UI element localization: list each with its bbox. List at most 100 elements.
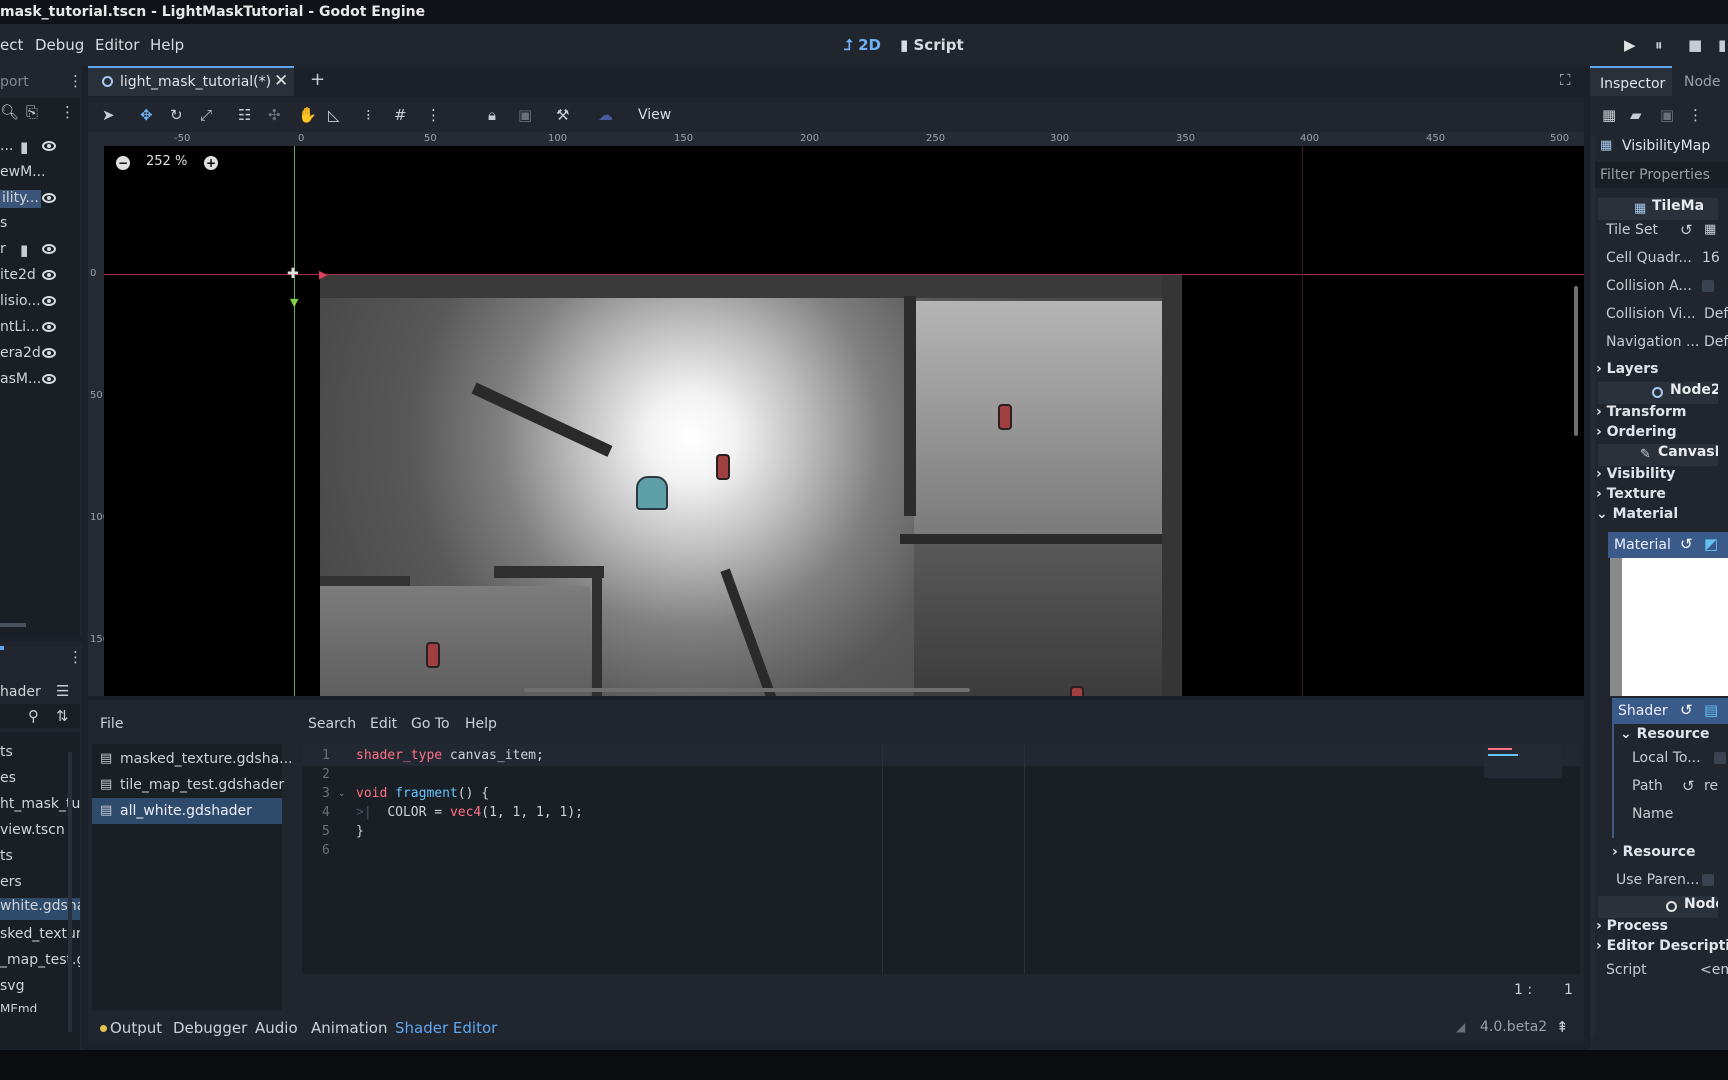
collapse-panel-icon[interactable]: ⇞ [1556, 1020, 1569, 1035]
visibility-eye-icon[interactable] [42, 141, 56, 151]
tab-debugger[interactable]: Debugger [173, 1019, 247, 1037]
scene-node-2[interactable]: ility... [0, 190, 70, 212]
tab-output[interactable]: Output [100, 1019, 162, 1037]
visibility-eye-icon[interactable] [42, 193, 56, 203]
prop-shader[interactable]: Shader ↺ ▤ [1612, 698, 1728, 724]
npc-sprite[interactable] [716, 454, 730, 480]
section-transform[interactable]: › Transform [1596, 404, 1718, 426]
npc-sprite[interactable] [998, 404, 1012, 430]
kebab-icon[interactable]: ⋮ [1688, 108, 1703, 123]
search-icon[interactable]: 🔍︎ [0, 105, 19, 120]
add-tab-icon[interactable]: + [310, 71, 325, 89]
prop-collision-animatable[interactable]: Collision A... [1606, 278, 1728, 302]
section-texture[interactable]: › Texture [1596, 486, 1718, 508]
prop-navigation[interactable]: Navigation ...Defa [1606, 334, 1728, 358]
new-resource-icon[interactable]: ▦ [1602, 108, 1616, 123]
grid-snap-icon[interactable]: # [394, 108, 407, 123]
scene-node-7[interactable]: ntLi... [0, 319, 70, 341]
prop-cell-quadrant[interactable]: Cell Quadr... 16 [1606, 250, 1728, 274]
visibility-eye-icon[interactable] [42, 348, 56, 358]
v-scrollbar[interactable] [1574, 286, 1578, 436]
revert-icon[interactable]: ↺ [1680, 537, 1693, 552]
visibility-eye-icon[interactable] [42, 322, 56, 332]
prop-collision-visibility[interactable]: Collision Vi...Defa [1606, 306, 1728, 330]
fold-arrow-icon[interactable]: ⌄ [338, 790, 346, 799]
help-menu[interactable]: Help [465, 716, 497, 732]
script-icon[interactable]: ▮ [20, 243, 28, 258]
bone-icon[interactable]: ⚒ [556, 108, 569, 123]
close-icon[interactable]: ✕ [274, 73, 288, 90]
mode-script-button[interactable]: ▮ Script [900, 36, 964, 54]
v-scrollbar[interactable] [68, 752, 72, 1032]
tab-animation[interactable]: Animation [311, 1019, 387, 1037]
prop-name[interactable]: Name [1632, 806, 1728, 830]
section-material[interactable]: ⌄ Material [1596, 506, 1718, 528]
section-resource[interactable]: ⌄ Resource [1620, 726, 1728, 748]
shader-file-item[interactable]: ▤ masked_texture.gdsha... [92, 746, 293, 772]
section-process[interactable]: › Process [1596, 918, 1718, 940]
category-canvasitem[interactable]: ✎CanvasIt [1598, 444, 1718, 466]
edit-menu[interactable]: Edit [370, 716, 397, 732]
shader-file-item-selected[interactable]: ▤ all_white.gdshader [92, 798, 282, 824]
scene-node-5[interactable]: ite2d [0, 267, 70, 289]
revert-icon[interactable]: ↺ [1680, 703, 1693, 718]
save-icon[interactable]: ▣ [1660, 108, 1674, 123]
select-tool-icon[interactable]: ➤ [102, 108, 115, 123]
prop-path[interactable]: Path ↺ re [1632, 778, 1728, 802]
script-icon[interactable]: ▮ [20, 140, 28, 155]
filter-properties-input[interactable]: Filter Properties [1594, 162, 1728, 188]
revert-icon[interactable]: ↺ [1682, 779, 1695, 794]
kebab-icon[interactable]: ⋮ [68, 74, 83, 89]
kebab-icon[interactable]: ⋮ [426, 108, 441, 123]
code-area[interactable]: 1 2 3 4 5 6 ⌄ shader_type canvas_item; v… [302, 744, 1580, 974]
group-icon[interactable]: ▣ [518, 108, 532, 123]
visibility-eye-icon[interactable] [42, 244, 56, 254]
npc-sprite[interactable] [1070, 686, 1084, 696]
h-scrollbar[interactable] [0, 623, 26, 627]
visibility-eye-icon[interactable] [42, 296, 56, 306]
visibility-eye-icon[interactable] [42, 270, 56, 280]
prop-use-parent-material[interactable]: Use Paren... [1616, 872, 1728, 896]
code-minimap[interactable] [1484, 744, 1562, 778]
viewport-canvas[interactable]: ✚ ▶ ▼ − 252 % + [104, 146, 1584, 696]
filesystem-search[interactable]: ⚲ ⇅ [0, 704, 80, 728]
scene-node-8[interactable]: era2d [0, 345, 70, 367]
tab-inspector[interactable]: Inspector [1590, 66, 1672, 96]
sort-icon[interactable]: ⇅ [56, 709, 69, 724]
prop-tile-set[interactable]: Tile Set ↺ ▦ [1606, 222, 1728, 246]
tab-import[interactable]: port [0, 74, 29, 90]
lock-icon[interactable]: 🔒︎ [488, 108, 496, 123]
section-editor-description[interactable]: › Editor Descriptio [1596, 938, 1728, 960]
section-resource-material[interactable]: › Resource [1612, 844, 1728, 866]
category-node[interactable]: Node [1598, 896, 1718, 918]
tileset-icon[interactable]: ▦ [1704, 223, 1716, 236]
cloud-icon[interactable]: ☁ [598, 108, 613, 123]
scene-node-6[interactable]: lisio... [0, 293, 70, 315]
ruler-icon[interactable]: ◺ [328, 108, 340, 123]
move-tool-icon[interactable]: ✥ [140, 108, 153, 123]
scale-tool-icon[interactable]: ⤢ [200, 108, 212, 123]
zoom-out-icon[interactable]: − [116, 156, 130, 170]
selected-node[interactable]: ▦ VisibilityMap [1594, 134, 1728, 158]
category-tilemap[interactable]: ▦ TileMa [1598, 198, 1718, 220]
scene-node-0[interactable]: ... ▮ [0, 138, 70, 160]
rotate-tool-icon[interactable]: ↻ [170, 108, 183, 123]
menu-editor[interactable]: Editor [95, 36, 139, 54]
h-scrollbar[interactable] [524, 688, 970, 692]
checkbox[interactable] [1702, 280, 1714, 292]
shader-file-icon[interactable]: ▤ [1704, 703, 1718, 718]
resource-icon[interactable]: ◩ [1704, 537, 1718, 552]
revert-icon[interactable]: ↺ [1680, 223, 1693, 238]
npc-sprite[interactable] [426, 642, 440, 668]
visibility-eye-icon[interactable] [42, 374, 56, 384]
instance-icon[interactable]: ⎘ [26, 105, 38, 120]
prop-material[interactable]: Material ↺ ◩ [1608, 532, 1728, 558]
layout-icon[interactable]: ☰ [56, 684, 69, 699]
pivot-icon[interactable]: ✣ [268, 108, 281, 123]
search-menu[interactable]: Search [308, 716, 356, 732]
goto-menu[interactable]: Go To [411, 716, 450, 732]
tab-shader-editor[interactable]: Shader Editor [395, 1019, 497, 1037]
prop-script[interactable]: Script <em [1606, 962, 1728, 986]
section-visibility[interactable]: › Visibility [1596, 466, 1718, 488]
section-layers[interactable]: › Layers [1596, 361, 1718, 383]
